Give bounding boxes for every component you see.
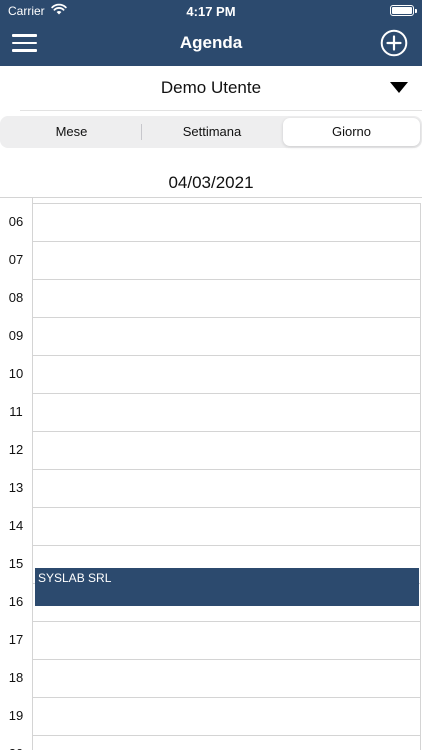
hour-slot[interactable]	[32, 241, 421, 279]
hour-row: 11	[0, 393, 422, 431]
hour-slot[interactable]	[32, 279, 421, 317]
battery-fill	[392, 7, 412, 14]
hour-label: 20	[0, 746, 32, 750]
hour-row: 14	[0, 507, 422, 545]
segment-divider	[141, 124, 142, 140]
status-bar: Carrier 4:17 PM	[0, 0, 422, 22]
hour-row: 09	[0, 317, 422, 355]
hour-label: 16	[8, 594, 24, 609]
current-date: 04/03/2021	[168, 173, 254, 192]
hour-slot[interactable]	[32, 735, 421, 750]
navigation-bar: Carrier 4:17 PM Agenda	[0, 0, 422, 66]
hour-slot[interactable]	[32, 659, 421, 697]
clock: 4:17 PM	[186, 4, 236, 19]
caret-down-icon	[390, 82, 408, 93]
hour-slot[interactable]	[32, 469, 421, 507]
user-selector[interactable]: Demo Utente	[20, 66, 422, 111]
hour-label: 14	[8, 518, 24, 533]
view-segmented-control: Mese Settimana Giorno	[0, 116, 422, 148]
hour-label: 08	[8, 290, 24, 305]
tab-day[interactable]: Giorno	[283, 118, 420, 146]
hour-slot[interactable]	[32, 507, 421, 545]
hour-row: 10	[0, 355, 422, 393]
hour-label: 07	[8, 252, 24, 267]
hour-row: 07	[0, 241, 422, 279]
hour-label: 18	[8, 670, 24, 685]
tab-week[interactable]: Settimana	[143, 118, 281, 146]
hour-row: 20	[0, 735, 422, 750]
hour-row: 06	[0, 203, 422, 241]
add-event-button[interactable]	[380, 29, 408, 57]
hour-slot[interactable]	[32, 697, 421, 735]
tab-month[interactable]: Mese	[2, 118, 141, 146]
hour-label: 15	[8, 556, 24, 571]
hour-label: 19	[8, 708, 24, 723]
hour-slot[interactable]	[32, 431, 421, 469]
hour-row: 08	[0, 279, 422, 317]
hour-label: 13	[8, 480, 24, 495]
hour-slot[interactable]	[32, 393, 421, 431]
hour-label: 06	[8, 214, 24, 229]
hour-slot[interactable]	[32, 355, 421, 393]
battery-nub	[415, 9, 417, 13]
hour-label: 09	[8, 328, 24, 343]
agenda-screen: Carrier 4:17 PM Agenda Demo Utente Mese …	[0, 0, 422, 750]
page-title: Agenda	[179, 33, 243, 52]
hour-label: 10	[8, 366, 24, 381]
hour-slot[interactable]	[32, 317, 421, 355]
hour-slot[interactable]	[32, 203, 421, 241]
hour-label: 12	[8, 442, 24, 457]
hour-row: 13	[0, 469, 422, 507]
day-grid: 06 07 08 09 10 11 12 13 14 15 16 17 18 19 20 SYSLAB SRL	[0, 197, 422, 750]
hour-label: 17	[8, 632, 24, 647]
hour-slot[interactable]	[32, 621, 421, 659]
event-block[interactable]: SYSLAB SRL	[35, 567, 419, 606]
hour-row: 18	[0, 659, 422, 697]
battery-icon	[390, 5, 417, 16]
hour-row: 19	[0, 697, 422, 735]
hour-row: 17	[0, 621, 422, 659]
hour-label: 11	[9, 404, 23, 419]
user-name: Demo Utente	[160, 78, 262, 97]
hour-row: 12	[0, 431, 422, 469]
